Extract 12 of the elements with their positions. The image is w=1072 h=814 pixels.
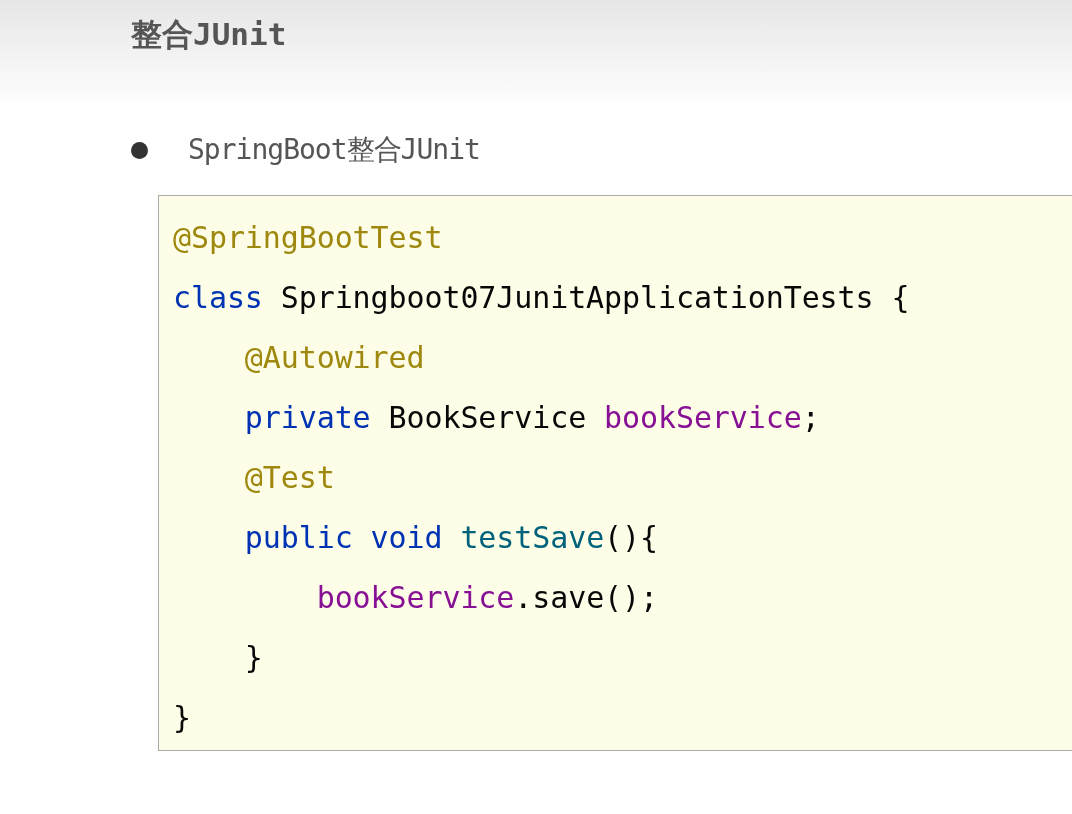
code-line: class Springboot07JunitApplicationTests { (173, 279, 910, 317)
code-line: @Test (243, 459, 335, 497)
bullet-text: SpringBoot整合JUnit (188, 132, 480, 168)
code-line: @SpringBootTest (173, 219, 443, 257)
code-line: } (243, 639, 263, 677)
code-line: private BookService bookService; (243, 399, 820, 437)
slide-title: 整合JUnit (131, 15, 287, 54)
code-line: bookService.save(); (315, 579, 658, 617)
code-line: } (173, 699, 191, 737)
code-line: public void testSave(){ (243, 519, 658, 557)
code-line: @Autowired (243, 339, 425, 377)
bullet-icon (131, 141, 148, 159)
